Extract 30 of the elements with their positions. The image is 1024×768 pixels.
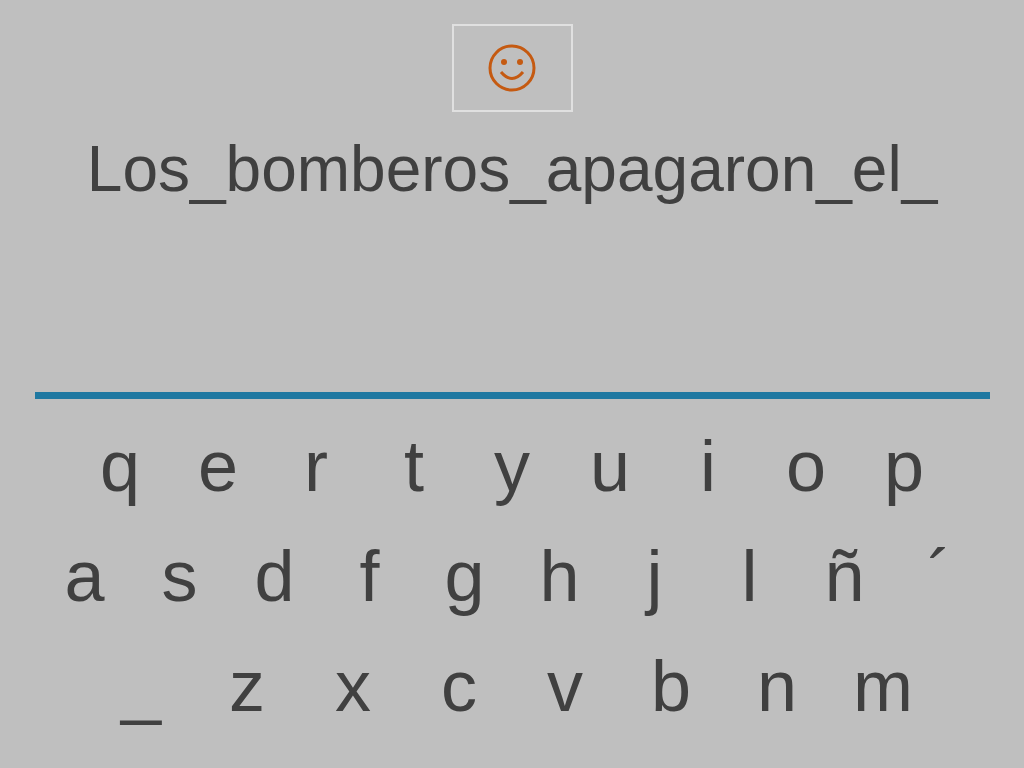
key-button[interactable]: y — [463, 421, 561, 511]
key-button[interactable]: m — [830, 641, 936, 731]
key-button[interactable]: r — [267, 421, 365, 511]
smiley-icon — [487, 43, 537, 93]
key-button[interactable]: n — [724, 641, 830, 731]
key-button[interactable]: u — [561, 421, 659, 511]
key-button[interactable]: d — [227, 531, 322, 621]
key-button[interactable]: v — [512, 641, 618, 731]
sentence-text: Los_bomberos_apagaron_el_ — [86, 132, 938, 206]
key-button[interactable]: ´ — [892, 531, 987, 621]
key-button[interactable]: b — [618, 641, 724, 731]
key-button[interactable]: j — [607, 531, 702, 621]
key-button[interactable]: e — [169, 421, 267, 511]
smiley-button[interactable] — [451, 24, 573, 112]
key-button[interactable]: a — [37, 531, 132, 621]
key-button[interactable]: o — [757, 421, 855, 511]
key-button[interactable]: s — [132, 531, 227, 621]
key-button[interactable]: f — [322, 531, 417, 621]
key-button[interactable]: i — [659, 421, 757, 511]
key-button[interactable]: q — [71, 421, 169, 511]
key-button[interactable]: l — [702, 531, 797, 621]
key-button[interactable]: _ — [88, 641, 194, 731]
key-button[interactable]: c — [406, 641, 512, 731]
key-button[interactable]: ñ — [797, 531, 892, 621]
key-button[interactable]: z — [194, 641, 300, 731]
key-button[interactable]: t — [365, 421, 463, 511]
key-button[interactable]: g — [417, 531, 512, 621]
key-button[interactable]: p — [855, 421, 953, 511]
key-button[interactable]: h — [512, 531, 607, 621]
key-button[interactable]: x — [300, 641, 406, 731]
